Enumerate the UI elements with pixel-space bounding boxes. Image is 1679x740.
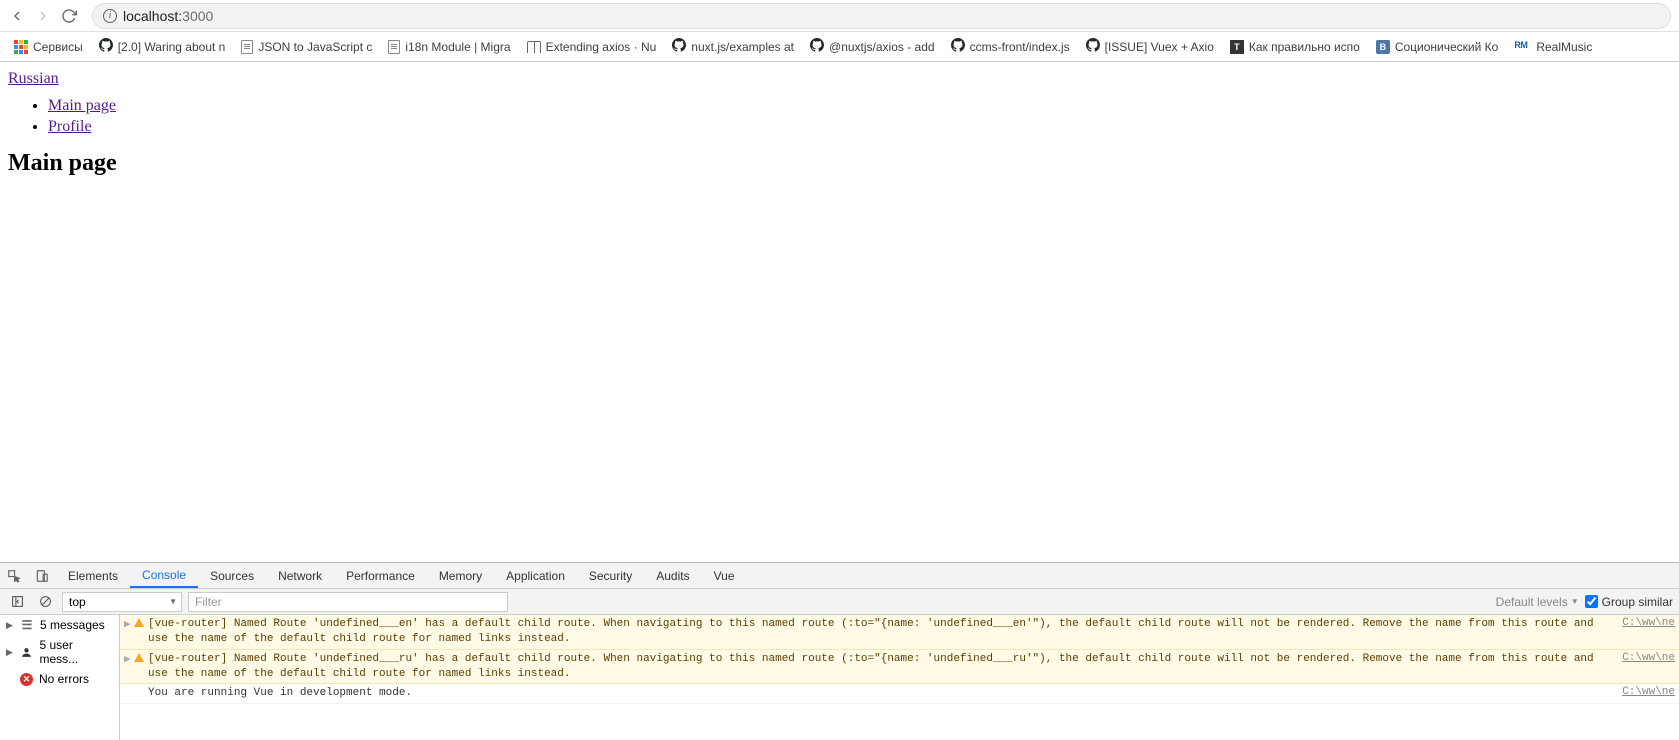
apps-icon	[14, 40, 28, 54]
bookmark-item[interactable]: T Как правильно испо	[1224, 37, 1366, 57]
sidebar-item-label: No errors	[39, 672, 89, 686]
bookmark-item[interactable]: [2.0] Waring about n	[93, 35, 232, 58]
bookmark-item[interactable]: ccms-front/index.js	[945, 35, 1076, 58]
devtools-tab-vue[interactable]: Vue	[702, 563, 747, 588]
sidebar-item-label: 5 messages	[40, 618, 105, 632]
console-sidebar-item[interactable]: ▶ 5 user mess...	[0, 635, 119, 669]
vk-icon: B	[1376, 40, 1390, 54]
console-sidebar: ▶ ☰ 5 messages ▶ 5 user mess... ✕ No errors	[0, 615, 120, 740]
console-log-row[interactable]: ▶ [vue-router] Named Route 'undefined___r…	[120, 650, 1679, 685]
back-button[interactable]	[8, 7, 26, 25]
nav-list: Main page Profile	[8, 96, 1671, 138]
document-icon	[388, 40, 400, 54]
log-levels-select[interactable]: Default levels ▼	[1496, 595, 1579, 609]
clear-console-icon[interactable]	[34, 592, 56, 612]
console-filter-input[interactable]: Filter	[188, 592, 508, 612]
github-icon	[672, 38, 686, 55]
github-icon	[810, 38, 824, 55]
devtools-tab-security[interactable]: Security	[577, 563, 644, 588]
bookmark-label: Как правильно испо	[1249, 40, 1360, 54]
browser-toolbar: i localhost:3000	[0, 0, 1679, 32]
page-content: Russian Main page Profile Main page	[0, 62, 1679, 562]
reload-button[interactable]	[60, 7, 78, 25]
bookmark-item[interactable]: JSON to JavaScript c	[235, 37, 378, 57]
user-icon	[20, 645, 34, 659]
rm-icon: RM	[1514, 40, 1531, 53]
document-icon	[241, 40, 253, 54]
bookmark-label: nuxt.js/examples at	[691, 40, 794, 54]
devtools-tab-elements[interactable]: Elements	[56, 563, 130, 588]
site-icon: T	[1230, 40, 1244, 54]
expand-arrow-icon[interactable]: ▶	[124, 652, 134, 666]
log-source-link[interactable]: C:\ww\ne	[1612, 686, 1675, 698]
bookmark-label: Extending axios · Nu	[546, 40, 657, 54]
devtools-tab-sources[interactable]: Sources	[198, 563, 266, 588]
console-sidebar-item[interactable]: ✕ No errors	[0, 669, 119, 689]
warning-icon	[134, 617, 148, 627]
log-message: [vue-router] Named Route 'undefined___en…	[148, 617, 1612, 647]
bookmark-label: i18n Module | Migra	[405, 40, 510, 54]
bookmark-label: Соционический Ко	[1395, 40, 1499, 54]
devtools-tab-performance[interactable]: Performance	[334, 563, 427, 588]
github-icon	[1086, 38, 1100, 55]
log-message: [vue-router] Named Route 'undefined___ru…	[148, 652, 1612, 682]
nav-item: Profile	[48, 117, 1671, 138]
warning-icon	[134, 652, 148, 662]
error-icon: ✕	[20, 673, 33, 686]
console-toolbar: top Filter Default levels ▼ Group simila…	[0, 589, 1679, 615]
console-log-row[interactable]: ▶ [vue-router] Named Route 'undefined___e…	[120, 615, 1679, 650]
devtools-tab-memory[interactable]: Memory	[427, 563, 494, 588]
group-similar-checkbox[interactable]: Group similar	[1585, 595, 1673, 609]
page-heading: Main page	[8, 150, 1671, 177]
bookmark-item[interactable]: @nuxtjs/axios - add	[804, 35, 941, 58]
bookmark-item[interactable]: B Соционический Ко	[1370, 37, 1505, 57]
expand-arrow-icon[interactable]: ▶	[124, 617, 134, 631]
forward-button[interactable]	[34, 7, 52, 25]
log-source-link[interactable]: C:\ww\ne	[1612, 617, 1675, 629]
log-message: You are running Vue in development mode.	[148, 686, 1612, 701]
expand-arrow-icon: ▶	[6, 647, 14, 658]
console-sidebar-toggle-icon[interactable]	[6, 592, 28, 612]
console-sidebar-item[interactable]: ▶ ☰ 5 messages	[0, 615, 119, 635]
context-select[interactable]: top	[62, 592, 182, 612]
bookmark-item[interactable]: Extending axios · Nu	[521, 37, 663, 57]
devtools-tab-application[interactable]: Application	[494, 563, 577, 588]
devtools-tab-console[interactable]: Console	[130, 563, 198, 588]
console-output: ▶ [vue-router] Named Route 'undefined___e…	[120, 615, 1679, 740]
bookmark-label: @nuxtjs/axios - add	[829, 40, 935, 54]
bookmark-item[interactable]: i18n Module | Migra	[382, 37, 516, 57]
devtools-tab-audits[interactable]: Audits	[644, 563, 701, 588]
devtools-panel: ElementsConsoleSourcesNetworkPerformance…	[0, 562, 1679, 740]
sidebar-item-label: 5 user mess...	[39, 638, 113, 666]
bookmark-label: JSON to JavaScript c	[258, 40, 372, 54]
devtools-tabs: ElementsConsoleSourcesNetworkPerformance…	[0, 563, 1679, 589]
bookmark-item[interactable]: nuxt.js/examples at	[666, 35, 800, 58]
bookmark-label: [2.0] Waring about n	[118, 40, 226, 54]
bookmark-label: [ISSUE] Vuex + Axio	[1105, 40, 1214, 54]
bookmarks-bar: Сервисы [2.0] Waring about n JSON to JavaS…	[0, 32, 1679, 62]
device-toolbar-icon[interactable]	[28, 563, 56, 588]
bookmark-item[interactable]: [ISSUE] Vuex + Axio	[1080, 35, 1220, 58]
inspect-element-icon[interactable]	[0, 563, 28, 588]
console-log-row[interactable]: You are running Vue in development mode.…	[120, 684, 1679, 704]
github-icon	[99, 38, 113, 55]
expand-arrow-icon: ▶	[6, 620, 14, 631]
nav-item: Main page	[48, 96, 1671, 117]
log-source-link[interactable]: C:\ww\ne	[1612, 652, 1675, 664]
bookmark-item[interactable]: Сервисы	[8, 37, 89, 57]
devtools-tab-network[interactable]: Network	[266, 563, 334, 588]
book-icon	[527, 41, 541, 53]
bookmark-item[interactable]: RM RealMusic	[1508, 37, 1598, 57]
github-icon	[951, 38, 965, 55]
url-text: localhost:3000	[123, 8, 213, 24]
address-bar[interactable]: i localhost:3000	[92, 3, 1671, 29]
site-info-icon[interactable]: i	[103, 9, 117, 23]
nav-link[interactable]: Main page	[48, 97, 116, 114]
bookmark-label: RealMusic	[1536, 40, 1592, 54]
messages-icon: ☰	[20, 618, 34, 632]
nav-link[interactable]: Profile	[48, 118, 92, 135]
language-link[interactable]: Russian	[8, 70, 59, 87]
bookmark-label: Сервисы	[33, 40, 83, 54]
bookmark-label: ccms-front/index.js	[970, 40, 1070, 54]
